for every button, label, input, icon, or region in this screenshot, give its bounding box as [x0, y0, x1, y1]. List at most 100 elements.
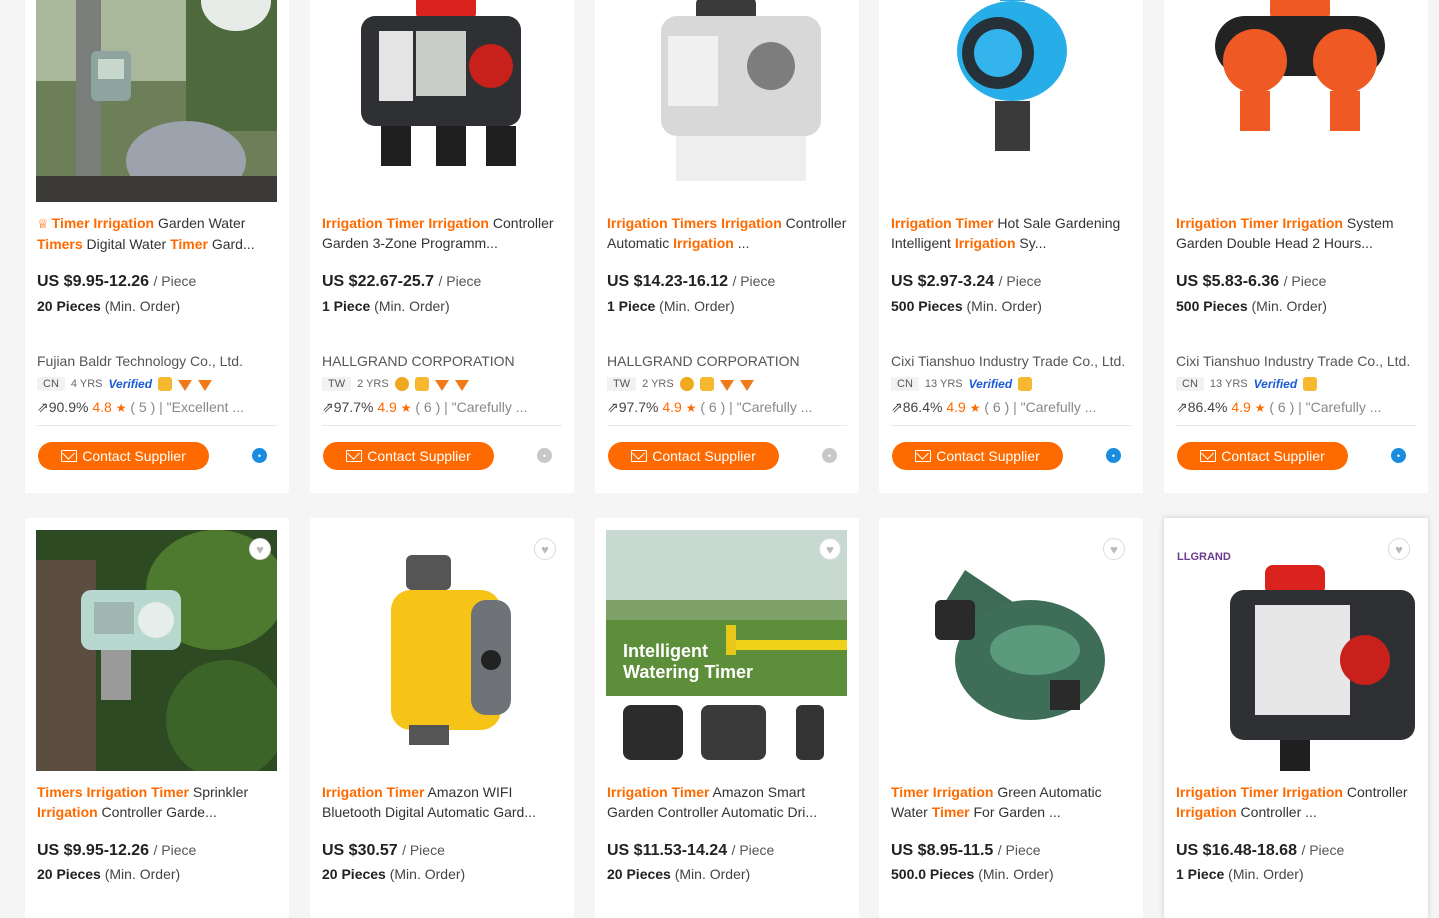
product-image[interactable]: LLGRAND	[1175, 530, 1416, 771]
product-title[interactable]: Irrigation Timer Amazon WIFI Bluetooth D…	[322, 782, 562, 822]
chat-icon[interactable]: •	[537, 448, 552, 463]
product-image[interactable]	[36, 530, 277, 771]
product-price: US $16.48-18.68 / Piece	[1176, 842, 1345, 859]
chat-icon[interactable]: •	[1106, 448, 1121, 463]
share-icon: ⇗	[1176, 399, 1188, 415]
product-image[interactable]	[321, 530, 562, 771]
favorite-heart-icon[interactable]: ♥	[249, 538, 271, 560]
product-card[interactable]: ♥ Timer Irrigation Green Automatic Water…	[879, 518, 1143, 918]
favorite-heart-icon[interactable]: ♥	[1388, 538, 1410, 560]
share-icon: ⇗	[322, 399, 334, 415]
diamond-icon	[739, 379, 754, 391]
product-image[interactable]	[1175, 0, 1416, 202]
product-card[interactable]: Irrigation Timer Irrigation Controller G…	[310, 0, 574, 493]
product-card[interactable]: Irrigation Timers Irrigation Controller …	[595, 0, 859, 493]
product-price: US $5.83-6.36 / Piece	[1176, 273, 1327, 290]
product-card[interactable]: Irrigation Timer Irrigation System Garde…	[1164, 0, 1428, 493]
supplier-stats: ⇗86.4% 4.9 ★ ( 6 ) | "Carefully ...	[1176, 399, 1382, 415]
title-keyword: Irrigation Timer Irrigation	[1176, 215, 1343, 231]
chat-icon[interactable]: •	[252, 448, 267, 463]
title-text: Digital Water	[82, 236, 171, 252]
product-title[interactable]: Irrigation Timer Irrigation System Garde…	[1176, 213, 1416, 253]
contact-supplier-button[interactable]: Contact Supplier	[38, 442, 209, 470]
medal-icon	[158, 377, 173, 391]
product-image[interactable]	[890, 0, 1131, 202]
divider	[607, 425, 847, 426]
min-order: 1 Piece (Min. Order)	[607, 298, 735, 314]
title-text: Controller ...	[1236, 804, 1317, 820]
contact-supplier-button[interactable]: Contact Supplier	[892, 442, 1063, 470]
product-title[interactable]: Timers Irrigation Timer Sprinkler Irriga…	[37, 782, 277, 822]
title-keyword: Irrigation Timer Irrigation	[322, 215, 489, 231]
product-title[interactable]: ♕ Timer Irrigation Garden Water Timers Di…	[37, 213, 277, 253]
contact-supplier-button[interactable]: Contact Supplier	[323, 442, 494, 470]
supplier-name[interactable]: Fujian Baldr Technology Co., Ltd.	[37, 353, 243, 369]
product-title[interactable]: Irrigation Timer Amazon Smart Garden Con…	[607, 782, 847, 822]
supplier-stats: ⇗90.9% 4.8 ★ ( 5 ) | "Excellent ...	[37, 399, 244, 415]
product-card[interactable]: Intelligent Watering Timer ♥ Irrigation …	[595, 518, 859, 918]
product-card[interactable]: Irrigation Timer Hot Sale Gardening Inte…	[879, 0, 1143, 493]
country-tag: TW	[607, 377, 637, 391]
mail-icon	[1200, 450, 1217, 462]
chat-icon[interactable]: •	[1391, 448, 1406, 463]
min-order: 20 Pieces (Min. Order)	[322, 866, 466, 882]
product-price: US $30.57 / Piece	[322, 842, 445, 859]
product-image[interactable]	[890, 530, 1131, 771]
title-keyword: Irrigation	[954, 235, 1016, 251]
supplier-name[interactable]: Cixi Tianshuo Industry Trade Co., Ltd.	[891, 353, 1125, 369]
favorite-heart-icon[interactable]: ♥	[534, 538, 556, 560]
product-image[interactable]	[321, 0, 562, 202]
contact-supplier-button[interactable]: Contact Supplier	[1177, 442, 1348, 470]
title-keyword: Timers Irrigation Timer	[37, 784, 189, 800]
min-order: 500.0 Pieces (Min. Order)	[891, 866, 1054, 882]
supplier-badges: CN 13 YRS Verified	[1176, 377, 1318, 391]
supplier-badges: TW 2 YRS	[607, 377, 754, 391]
title-text: Garden Water	[154, 215, 246, 231]
supplier-name[interactable]: Cixi Tianshuo Industry Trade Co., Ltd.	[1176, 353, 1410, 369]
product-title[interactable]: Irrigation Timer Irrigation Controller G…	[322, 213, 562, 253]
min-order: 1 Piece (Min. Order)	[322, 298, 450, 314]
product-title[interactable]: Irrigation Timer Irrigation Controller I…	[1176, 782, 1416, 822]
coin-icon	[679, 377, 694, 391]
supplier-name[interactable]: HALLGRAND CORPORATION	[607, 353, 800, 369]
product-image[interactable]	[36, 0, 277, 202]
star-icon: ★	[115, 401, 127, 415]
product-card[interactable]: ♥ Timers Irrigation Timer Sprinkler Irri…	[25, 518, 289, 918]
product-price: US $8.95-11.5 / Piece	[891, 842, 1041, 859]
favorite-heart-icon[interactable]: ♥	[1103, 538, 1125, 560]
product-title[interactable]: Timer Irrigation Green Automatic Water T…	[891, 782, 1131, 822]
product-image[interactable]	[606, 0, 847, 202]
verified-badge[interactable]: Verified	[1254, 377, 1298, 391]
product-title[interactable]: Irrigation Timer Hot Sale Gardening Inte…	[891, 213, 1131, 253]
favorite-heart-icon[interactable]: ♥	[819, 538, 841, 560]
title-keyword: Timers	[37, 236, 83, 252]
product-title[interactable]: Irrigation Timers Irrigation Controller …	[607, 213, 847, 253]
years-badge: 2 YRS	[642, 378, 674, 390]
verified-badge[interactable]: Verified	[108, 377, 152, 391]
supplier-name[interactable]: HALLGRAND CORPORATION	[322, 353, 515, 369]
medal-icon	[1018, 377, 1033, 391]
diamond-icon	[719, 379, 734, 391]
product-card[interactable]: LLGRAND ♥ Irrigation Timer Irrigation Co…	[1164, 518, 1428, 918]
product-price: US $2.97-3.24 / Piece	[891, 273, 1042, 290]
years-badge: 2 YRS	[357, 378, 389, 390]
title-keyword: Irrigation Timer	[891, 215, 994, 231]
star-icon: ★	[969, 401, 981, 415]
product-price: US $22.67-25.7 / Piece	[322, 273, 482, 290]
diamond-icon	[178, 379, 193, 391]
verified-badge[interactable]: Verified	[969, 377, 1013, 391]
crown-icon: ♕	[37, 216, 49, 231]
chat-icon[interactable]: •	[822, 448, 837, 463]
min-order: 20 Pieces (Min. Order)	[37, 866, 181, 882]
contact-supplier-button[interactable]: Contact Supplier	[608, 442, 779, 470]
supplier-stats: ⇗86.4% 4.9 ★ ( 6 ) | "Carefully ...	[891, 399, 1097, 415]
product-card[interactable]: ♕ Timer Irrigation Garden Water Timers Di…	[25, 0, 289, 493]
title-keyword: Timer Irrigation	[891, 784, 994, 800]
product-card[interactable]: ♥ Irrigation Timer Amazon WIFI Bluetooth…	[310, 518, 574, 918]
min-order: 20 Pieces (Min. Order)	[37, 298, 181, 314]
min-order: 500 Pieces (Min. Order)	[891, 298, 1042, 314]
medal-icon	[1303, 377, 1318, 391]
product-image[interactable]: Intelligent Watering Timer	[606, 530, 847, 771]
product-price: US $11.53-14.24 / Piece	[607, 842, 775, 859]
title-keyword: Timer	[931, 804, 970, 820]
